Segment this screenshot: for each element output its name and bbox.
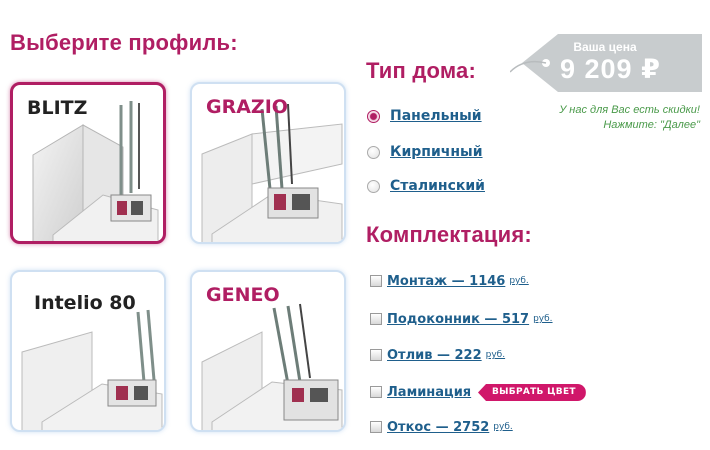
house-option-stalin[interactable]: Сталинский <box>367 176 485 196</box>
profile-card-blitz[interactable]: BLITZ <box>10 82 166 244</box>
profile-name: BLITZ <box>27 97 88 119</box>
profile-name: GRAZIO <box>206 96 288 118</box>
checkbox-icon[interactable] <box>370 421 382 433</box>
house-option-panel[interactable]: Панельный <box>367 106 482 126</box>
equipment-unit: руб. <box>493 422 513 432</box>
equipment-label[interactable]: Откос — 2752 <box>387 420 489 435</box>
profile-card-intelio[interactable]: Intelio 80 <box>10 270 166 432</box>
equipment-item-sill[interactable]: Подоконник — 517 руб. <box>370 309 553 329</box>
equipment-item-drip[interactable]: Отлив — 222 руб. <box>370 345 505 365</box>
equipment-heading: Комплектация: <box>366 222 532 247</box>
house-option-label[interactable]: Панельный <box>390 108 482 124</box>
checkbox-icon[interactable] <box>370 386 382 398</box>
equipment-item-lamination[interactable]: Ламинация <box>370 382 471 402</box>
equipment-unit: руб. <box>509 276 529 286</box>
house-option-label[interactable]: Кирпичный <box>390 144 483 160</box>
equipment-unit: руб. <box>485 350 506 360</box>
profile-card-grazio[interactable]: GRAZIO <box>190 82 346 244</box>
choose-color-button[interactable]: ВЫБРАТЬ ЦВЕТ <box>478 384 586 401</box>
radio-icon[interactable] <box>367 179 380 193</box>
equipment-label[interactable]: Ламинация <box>387 385 471 400</box>
equipment-label[interactable]: Монтаж — 1146 <box>387 274 505 289</box>
equipment-unit: руб. <box>533 314 553 324</box>
checkbox-icon[interactable] <box>370 313 382 325</box>
profile-name: Intelio 80 <box>34 292 136 314</box>
checkbox-icon[interactable] <box>370 349 382 361</box>
radio-icon[interactable] <box>367 145 380 159</box>
equipment-item-mounting[interactable]: Монтаж — 1146 руб. <box>370 271 529 291</box>
equipment-item-slope[interactable]: Откос — 2752 руб. <box>370 417 513 437</box>
house-option-label[interactable]: Сталинский <box>390 178 485 194</box>
profile-heading: Выберите профиль: <box>10 30 238 55</box>
checkbox-icon[interactable] <box>370 275 382 287</box>
house-option-brick[interactable]: Кирпичный <box>367 142 483 162</box>
discount-line-2: Нажмите: "Далее" <box>603 119 700 131</box>
profile-card-geneo[interactable]: GENEO <box>190 270 346 432</box>
discount-note: У нас для Вас есть скидки! Нажмите: "Дал… <box>559 103 700 133</box>
equipment-label[interactable]: Отлив — 222 <box>387 348 482 363</box>
discount-line-1: У нас для Вас есть скидки! <box>559 104 700 116</box>
equipment-label[interactable]: Подоконник — 517 <box>387 312 529 327</box>
house-type-heading: Тип дома: <box>366 58 476 83</box>
profile-name: GENEO <box>206 284 280 306</box>
radio-checked-icon[interactable] <box>367 109 380 123</box>
price-value: 9 209 ₽ <box>560 54 661 84</box>
price-label: Ваша цена <box>573 40 637 54</box>
